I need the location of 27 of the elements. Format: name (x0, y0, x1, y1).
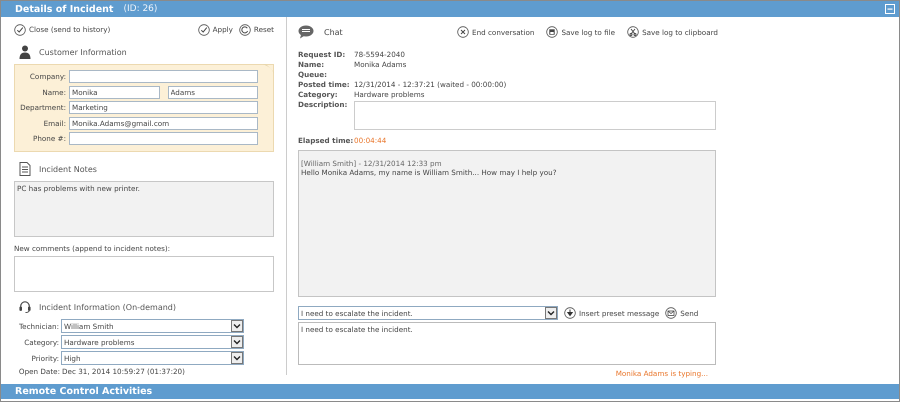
collapse-icon[interactable] (885, 4, 895, 14)
chat-bubble-icon (298, 25, 314, 39)
envelope-circle-icon (665, 307, 678, 319)
section-heading: Chat (324, 28, 343, 36)
incident-id: (ID: 26) (123, 4, 158, 14)
section-heading: Incident Information (On-demand) (39, 302, 176, 312)
section-heading: Incident Notes (39, 164, 97, 174)
description-field[interactable] (354, 101, 716, 130)
headset-icon (19, 300, 31, 314)
section-heading: Customer Information (39, 48, 127, 56)
text-field[interactable] (69, 132, 258, 146)
person-icon (19, 45, 31, 59)
panel-title: Remote Control Activities (15, 386, 152, 397)
text-field[interactable] (69, 70, 258, 84)
floppy-disk-icon (546, 26, 558, 38)
chevron-down-icon (231, 336, 243, 348)
check-circle-icon (14, 24, 26, 36)
panel-title: Details of Incident (15, 4, 114, 14)
down-arrow-circle-icon (564, 307, 576, 319)
chevron-down-icon (231, 320, 243, 332)
chevron-down-icon (545, 307, 557, 319)
comments-field[interactable] (14, 256, 274, 292)
document-icon (19, 162, 31, 176)
chevron-down-icon (231, 352, 243, 364)
check-circle-icon (198, 24, 210, 36)
close-circle-icon (457, 26, 470, 38)
scissors-icon (627, 26, 640, 38)
